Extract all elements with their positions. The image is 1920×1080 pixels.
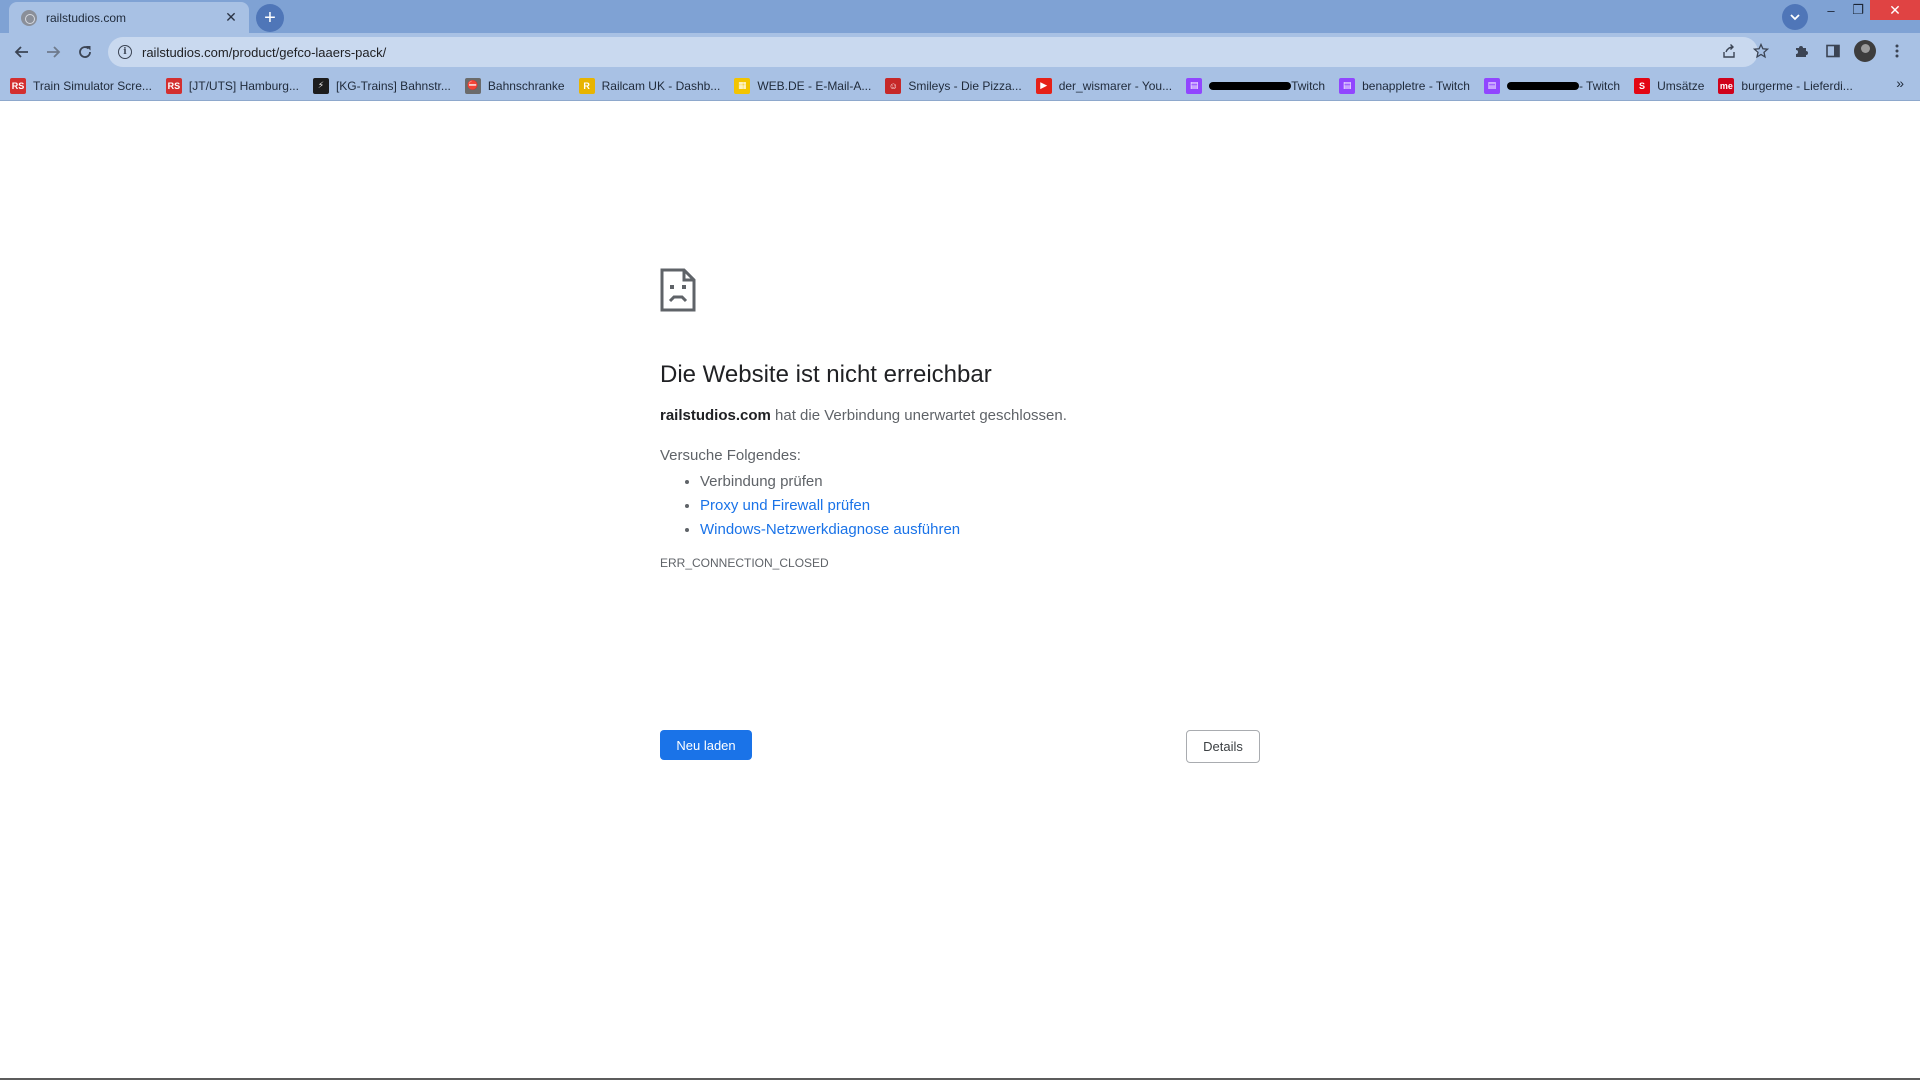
site-info-icon[interactable]: i [118, 45, 132, 59]
suggestion-text: Verbindung prüfen [700, 473, 823, 490]
side-panel-icon [1826, 44, 1840, 58]
bookmark-item[interactable]: ⚡ [KG-Trains] Bahnstr... [312, 74, 451, 98]
youtube-icon: ▶ [1035, 77, 1052, 94]
bookmark-label: burgerme - Lieferdi... [1741, 78, 1853, 93]
bookmarks-bar: RS Train Simulator Scre... RS [JT/UTS] Hamb… [0, 71, 1920, 101]
bookmark-item[interactable]: RS [JT/UTS] Hamburg... [165, 74, 299, 98]
window-minimize-button[interactable]: – [1818, 0, 1844, 20]
error-description-text: hat die Verbindung unerwartet geschlosse… [770, 407, 1067, 424]
bookmark-item[interactable]: me burgerme - Lieferdi... [1718, 74, 1853, 98]
kg-icon: ⚡ [312, 77, 329, 94]
browser-tab-active[interactable]: railstudios.com ✕ [9, 2, 249, 33]
twitch-icon: ▤ [1339, 77, 1356, 94]
bookmark-label: [JT/UTS] Hamburg... [188, 78, 299, 93]
bookmark-label: Train Simulator Scre... [33, 78, 152, 93]
back-button[interactable] [8, 38, 36, 66]
more-vertical-icon [1895, 44, 1899, 58]
bookmark-item[interactable]: ▤ - Twitch [1483, 74, 1621, 98]
bookmarks-overflow-button[interactable]: » [1896, 75, 1904, 91]
close-tab-icon[interactable]: ✕ [223, 9, 239, 26]
railcam-icon: R [578, 77, 595, 94]
window-restore-button[interactable]: ❐ [1845, 0, 1871, 20]
window-close-button[interactable]: ✕ [1870, 0, 1920, 20]
bookmark-item[interactable]: ▶ der_wismarer - You... [1035, 74, 1173, 98]
smileys-icon: ☺ [885, 77, 902, 94]
puzzle-icon [1796, 46, 1808, 57]
suggestions-heading: Versuche Folgendes: [660, 447, 801, 464]
forward-button[interactable] [39, 38, 67, 66]
browser-toolbar: i railstudios.com/product/gefco-laaers-p… [0, 33, 1920, 71]
bookmark-label: Smileys - Die Pizza... [908, 78, 1022, 93]
bookmark-label: Umsätze [1657, 78, 1705, 93]
check-proxy-link[interactable]: Proxy und Firewall prüfen [700, 497, 870, 514]
reload-button[interactable] [71, 38, 99, 66]
bookmark-label: WEB.DE - E-Mail-A... [757, 78, 872, 93]
error-domain: railstudios.com [660, 407, 771, 424]
burgerme-icon: me [1718, 77, 1735, 94]
side-panel-button[interactable] [1822, 40, 1844, 62]
bookmark-star-button[interactable] [1750, 40, 1772, 62]
bookmark-label: Twitch [1291, 78, 1326, 93]
suggestion-check-connection: Verbindung prüfen [700, 470, 1260, 494]
twitch-icon: ▤ [1186, 77, 1203, 94]
bookmark-item[interactable]: ▤ benappletre - Twitch [1339, 74, 1470, 98]
profile-avatar[interactable] [1854, 40, 1876, 62]
address-bar[interactable]: i railstudios.com/product/gefco-laaers-p… [108, 37, 1758, 67]
bookmark-label: benappletre - Twitch [1362, 78, 1470, 93]
address-bar-url[interactable]: railstudios.com/product/gefco-laaers-pac… [142, 45, 386, 60]
redacted-text [1506, 81, 1579, 90]
bookmark-label: Railcam UK - Dashb... [601, 78, 721, 93]
share-icon [1723, 44, 1735, 58]
arrow-left-icon [14, 46, 28, 58]
browser-menu-button[interactable] [1886, 40, 1908, 62]
suggestions-list: Verbindung prüfen Proxy und Firewall prü… [660, 470, 1260, 542]
rs-icon: RS [165, 77, 182, 94]
chevron-down-icon [1790, 14, 1800, 21]
bookmark-item[interactable]: RS Train Simulator Scre... [10, 74, 152, 98]
bookmark-item[interactable]: S Umsätze [1634, 74, 1704, 98]
share-button[interactable] [1718, 40, 1740, 62]
reload-icon [79, 46, 91, 58]
error-description: railstudios.com hat die Verbindung unerw… [660, 406, 1260, 426]
globe-icon [21, 9, 37, 26]
bookmark-label: der_wismarer - You... [1058, 78, 1173, 93]
bookmark-label: Bahnschranke [487, 78, 565, 93]
tab-title: railstudios.com [46, 10, 127, 25]
bookmark-label: [KG-Trains] Bahnstr... [335, 78, 451, 93]
page-content: Die Website ist nicht erreichbar railstu… [0, 102, 1920, 1078]
bookmark-label: - Twitch [1578, 78, 1621, 93]
suggestion-check-proxy: Proxy und Firewall prüfen [700, 494, 1260, 518]
star-icon [1753, 43, 1769, 59]
arrow-right-icon [47, 46, 61, 58]
rs-icon: RS [10, 77, 26, 94]
sad-page-icon [660, 268, 696, 312]
webde-icon: ▦ [734, 77, 751, 94]
reload-page-button[interactable]: Neu laden [660, 730, 752, 760]
bookmark-item[interactable]: ▤ Twitch [1186, 74, 1325, 98]
new-tab-button[interactable]: + [256, 4, 284, 32]
error-code: ERR_CONNECTION_CLOSED [660, 556, 829, 570]
extensions-button[interactable] [1790, 40, 1812, 62]
bookmark-item[interactable]: ▦ WEB.DE - E-Mail-A... [734, 74, 871, 98]
network-diagnostics-link[interactable]: Windows-Netzwerkdiagnose ausführen [700, 521, 960, 538]
details-button[interactable]: Details [1186, 730, 1260, 763]
error-title: Die Website ist nicht erreichbar [660, 361, 992, 388]
sparkasse-icon: S [1634, 77, 1651, 94]
barrier-icon: ⛔ [464, 77, 481, 94]
error-container: Die Website ist nicht erreichbar railstu… [660, 268, 1260, 763]
bookmark-item[interactable]: R Railcam UK - Dashb... [578, 74, 721, 98]
suggestion-network-diagnostics: Windows-Netzwerkdiagnose ausführen [700, 518, 1260, 542]
bookmark-item[interactable]: ⛔ Bahnschranke [464, 74, 565, 98]
tab-search-button[interactable] [1782, 4, 1808, 30]
bookmark-item[interactable]: ☺ Smileys - Die Pizza... [885, 74, 1022, 98]
tab-strip: railstudios.com ✕ + – ❐ ✕ [0, 0, 1920, 33]
twitch-icon: ▤ [1483, 77, 1500, 94]
redacted-text [1209, 81, 1292, 90]
